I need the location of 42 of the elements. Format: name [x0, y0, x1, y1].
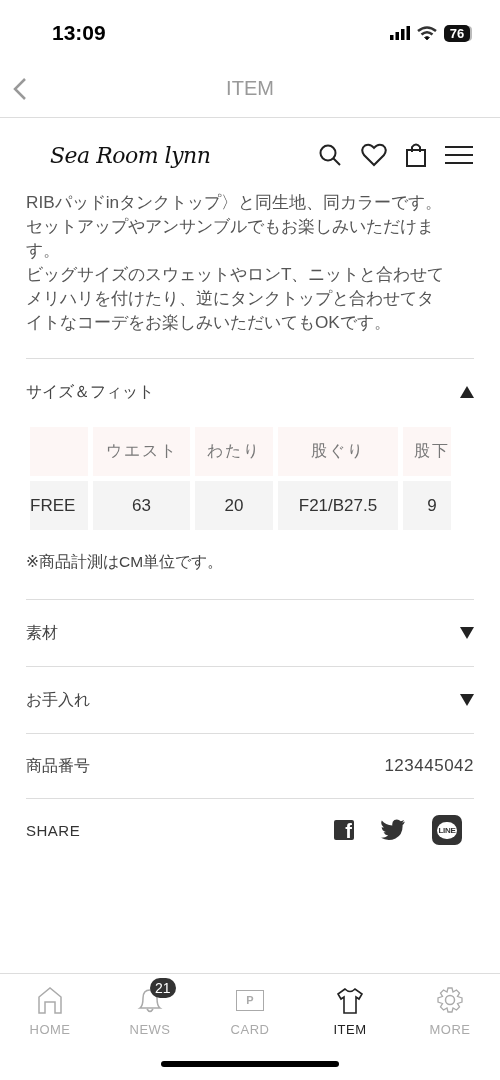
- product-number-value: 123445042: [384, 756, 474, 776]
- heart-icon[interactable]: [361, 143, 387, 167]
- description-text: ビッグサイズのスウェットやロンT、ニットと合わせてメリハリを付けたり、逆にタンクトップと合わせてタイトなコーデをお楽しみいただいてもOKです。: [26, 263, 446, 334]
- page-title: ITEM: [226, 77, 274, 100]
- house-icon: [36, 986, 64, 1014]
- accordion-header[interactable]: 素材: [26, 600, 474, 666]
- collapse-arrow-icon[interactable]: [460, 386, 474, 398]
- table-header-cell: ウエスト: [93, 427, 190, 476]
- accordion-header[interactable]: サイズ＆フィット: [26, 359, 474, 425]
- battery-icon: 76: [444, 24, 470, 42]
- product-number-label: 商品番号: [26, 755, 90, 776]
- expand-arrow-icon[interactable]: [460, 694, 474, 706]
- expand-arrow-icon[interactable]: [460, 627, 474, 639]
- wifi-icon: [417, 25, 437, 41]
- search-icon[interactable]: [318, 143, 342, 167]
- tab-item[interactable]: 21 NEWS: [100, 974, 200, 1037]
- table-header-cell: 股下: [403, 427, 451, 476]
- description-text: RIBパッドinタンクトップ〉と同生地、同カラーです。セットアップやアンサンブルでもお楽しみいただけます。: [26, 191, 444, 262]
- count-badge: 21: [150, 978, 176, 998]
- table-cell: F21/B27.5: [278, 481, 398, 530]
- back-icon[interactable]: [13, 76, 27, 101]
- chat-bubble-icon[interactable]: LINE: [432, 815, 462, 845]
- signal-icon: [390, 26, 410, 40]
- tab-item[interactable]: ITEM: [300, 974, 400, 1037]
- menu-icon[interactable]: [445, 145, 473, 165]
- settings-icon: [436, 986, 464, 1014]
- table-cell: FREE: [30, 481, 88, 530]
- brand-logo[interactable]: Sea Room lynn: [50, 142, 211, 168]
- share-label: SHARE: [26, 821, 81, 839]
- table-cell: 20: [195, 481, 273, 530]
- status-time: 13:09: [52, 21, 106, 45]
- bird-icon[interactable]: [380, 819, 406, 841]
- shirt-icon: [336, 986, 364, 1014]
- accordion-header[interactable]: お手入れ: [26, 667, 474, 733]
- table-cell: 9: [403, 481, 451, 530]
- table-header-cell: 股ぐり: [278, 427, 398, 476]
- shopping-bag-icon[interactable]: [406, 143, 426, 167]
- card-icon: P: [236, 989, 264, 1011]
- table-cell: 63: [93, 481, 190, 530]
- note-text: ※商品計測はCM単位です。: [26, 552, 225, 572]
- facebook-icon[interactable]: f: [334, 820, 354, 840]
- table-header-cell: わたり: [195, 427, 273, 476]
